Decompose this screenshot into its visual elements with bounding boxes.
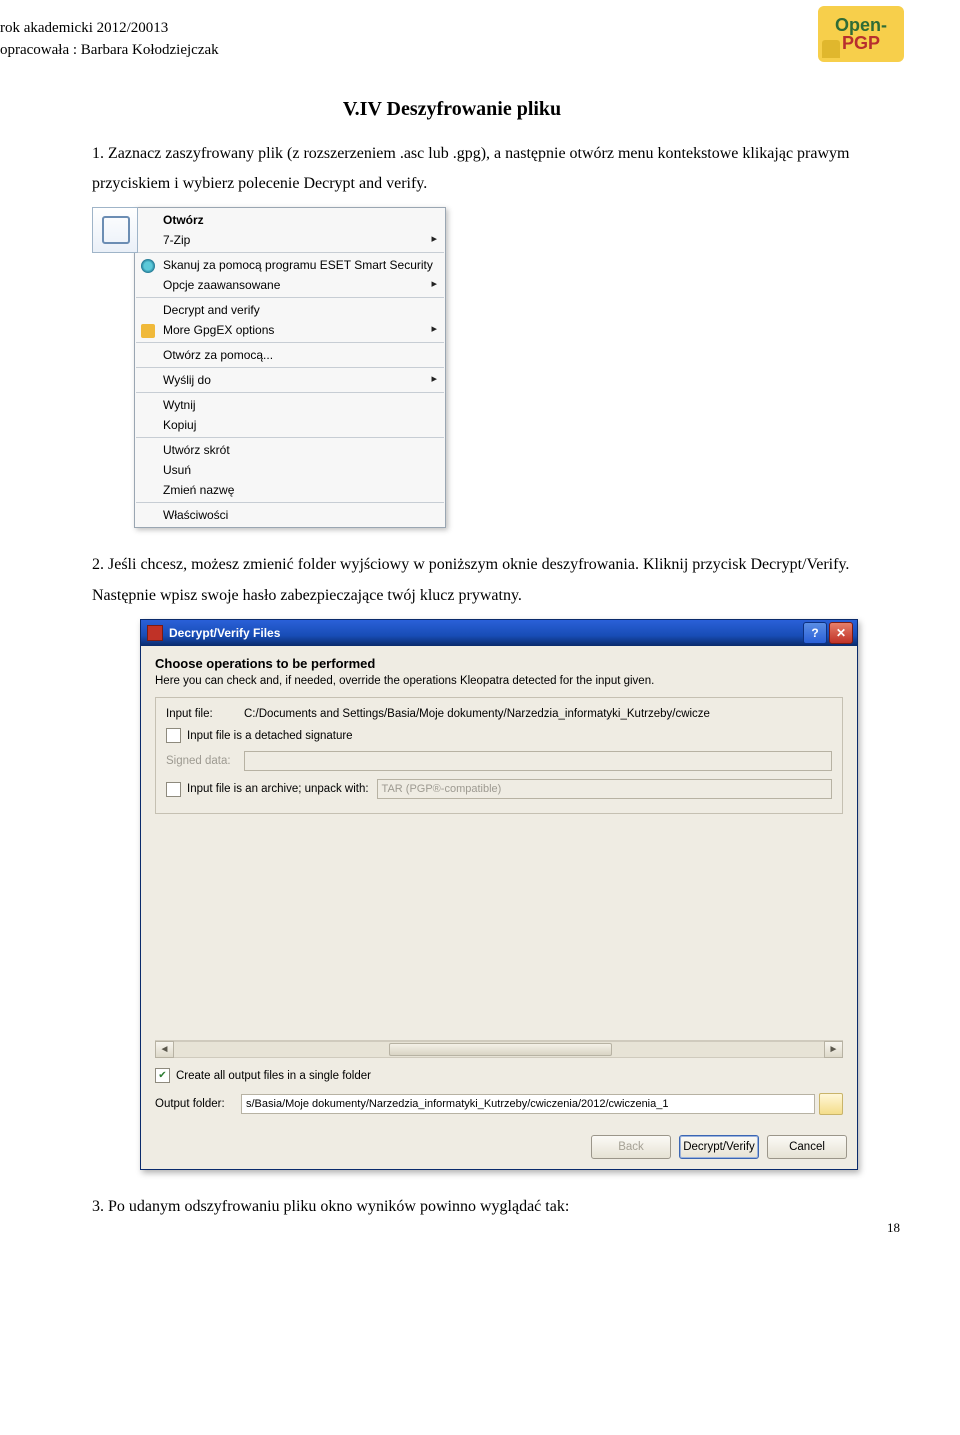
output-folder-field[interactable]: s/Basia/Moje dokumenty/Narzedzia_informa…	[241, 1094, 815, 1114]
input-file-label: Input file:	[166, 708, 244, 720]
ctx-eset-label: Skanuj za pomocą programu ESET Smart Sec…	[163, 258, 433, 272]
ctx-eset-scan[interactable]: Skanuj za pomocą programu ESET Smart Sec…	[135, 255, 445, 275]
ctx-separator	[136, 342, 444, 343]
ctx-open-with[interactable]: Otwórz za pomocą...	[135, 345, 445, 365]
close-button[interactable]: ✕	[829, 622, 853, 644]
ctx-7zip[interactable]: 7-Zip	[135, 230, 445, 250]
dialog-title-text: Decrypt/Verify Files	[169, 626, 280, 640]
ctx-separator	[136, 252, 444, 253]
ctx-separator	[136, 392, 444, 393]
app-icon	[147, 625, 163, 641]
dialog-button-bar: Back Decrypt/Verify Cancel	[141, 1127, 857, 1169]
ctx-decrypt-verify[interactable]: Decrypt and verify	[135, 300, 445, 320]
openpgp-logo: Open- PGP	[818, 6, 904, 62]
paragraph-3: 3. Po udanym odszyfrowaniu pliku okno wy…	[92, 1192, 904, 1222]
cancel-button[interactable]: Cancel	[767, 1135, 847, 1159]
eset-icon	[141, 259, 155, 273]
logo-bottom: PGP	[842, 34, 880, 52]
ctx-separator	[136, 367, 444, 368]
scroll-right-button[interactable]: ►	[824, 1041, 843, 1058]
output-folder-label: Output folder:	[155, 1098, 241, 1110]
ctx-cut[interactable]: Wytnij	[135, 395, 445, 415]
ctx-more-gpgex[interactable]: More GpgEX options	[135, 320, 445, 340]
ctx-separator	[136, 297, 444, 298]
horizontal-scrollbar[interactable]: ◄ ►	[155, 1040, 843, 1058]
doc-header: rok akademicki 2012/20013 opracowała : B…	[0, 18, 904, 62]
input-file-value: C:/Documents and Settings/Basia/Moje dok…	[244, 708, 832, 720]
detached-label: Input file is a detached signature	[187, 730, 353, 742]
back-button[interactable]: Back	[591, 1135, 671, 1159]
ctx-more-gpgex-label: More GpgEX options	[163, 323, 274, 337]
browse-folder-button[interactable]	[819, 1093, 843, 1115]
dialog-heading: Choose operations to be performed	[155, 656, 843, 671]
paragraph-2: 2. Jeśli chcesz, możesz zmienić folder w…	[92, 550, 904, 611]
scroll-track[interactable]	[174, 1041, 824, 1058]
logo-top: Open-	[835, 16, 887, 34]
decrypt-verify-dialog: Decrypt/Verify Files ? ✕ Choose operatio…	[140, 619, 858, 1170]
dialog-titlebar[interactable]: Decrypt/Verify Files ? ✕	[141, 620, 857, 646]
ctx-advanced[interactable]: Opcje zaawansowane	[135, 275, 445, 295]
single-folder-label: Create all output files in a single fold…	[176, 1070, 371, 1082]
ctx-delete[interactable]: Usuń	[135, 460, 445, 480]
context-menu-screenshot: Otwórz 7-Zip Skanuj za pomocą programu E…	[92, 207, 904, 528]
page-number: 18	[887, 1220, 900, 1236]
signed-data-field	[244, 751, 832, 771]
ctx-rename[interactable]: Zmień nazwę	[135, 480, 445, 500]
header-line1: rok akademicki 2012/20013	[0, 18, 904, 40]
file-list-area	[155, 820, 843, 1040]
ctx-send-to[interactable]: Wyślij do	[135, 370, 445, 390]
ctx-shortcut[interactable]: Utwórz skrót	[135, 440, 445, 460]
paragraph-1: 1. Zaznacz zaszyfrowany plik (z rozszerz…	[92, 139, 904, 200]
input-panel: Input file: C:/Documents and Settings/Ba…	[155, 697, 843, 814]
lock-icon	[822, 40, 840, 58]
ctx-properties[interactable]: Właściwości	[135, 505, 445, 525]
archive-checkbox[interactable]	[166, 782, 181, 797]
detached-checkbox[interactable]	[166, 728, 181, 743]
ctx-copy[interactable]: Kopiuj	[135, 415, 445, 435]
archive-format-combo[interactable]: TAR (PGP®-compatible)	[377, 779, 832, 799]
section-title: V.IV Deszyfrowanie pliku	[0, 98, 904, 121]
ctx-separator	[136, 437, 444, 438]
lock-icon	[141, 324, 155, 338]
ctx-separator	[136, 502, 444, 503]
scroll-left-button[interactable]: ◄	[155, 1041, 174, 1058]
dialog-subtext: Here you can check and, if needed, overr…	[155, 675, 843, 687]
ctx-open[interactable]: Otwórz	[135, 210, 445, 230]
single-folder-checkbox[interactable]: ✔	[155, 1068, 170, 1083]
header-line2: opracowała : Barbara Kołodziejczak	[0, 40, 904, 62]
signed-data-label: Signed data:	[166, 755, 244, 767]
help-button[interactable]: ?	[803, 622, 827, 644]
encrypted-file-icon	[92, 207, 138, 253]
scroll-thumb[interactable]	[389, 1043, 612, 1056]
archive-label: Input file is an archive; unpack with:	[187, 783, 369, 795]
context-menu: Otwórz 7-Zip Skanuj za pomocą programu E…	[134, 207, 446, 528]
decrypt-verify-button[interactable]: Decrypt/Verify	[679, 1135, 759, 1159]
